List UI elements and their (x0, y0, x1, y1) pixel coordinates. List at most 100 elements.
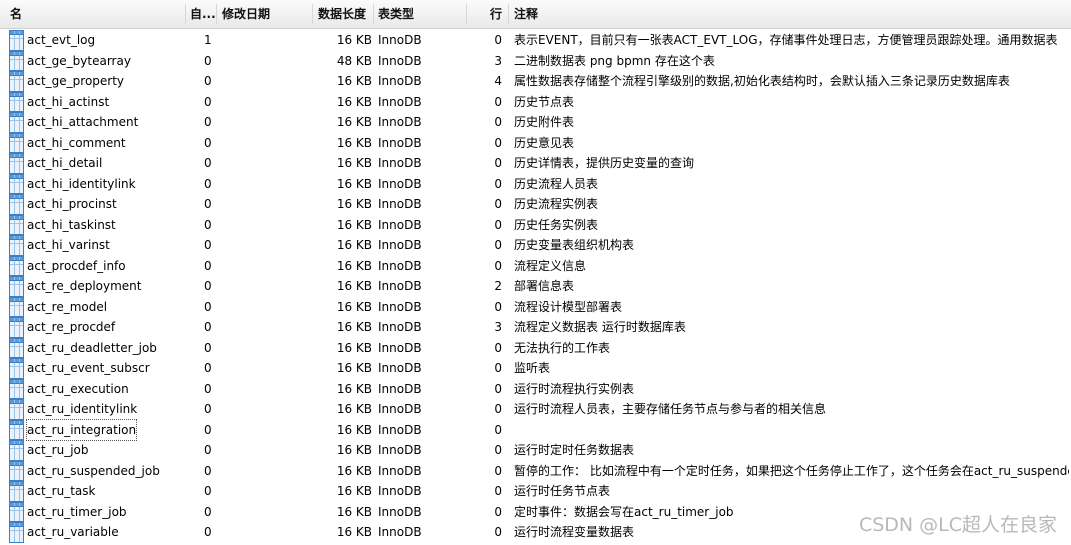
column-divider[interactable] (466, 4, 467, 24)
column-divider[interactable] (185, 4, 186, 24)
data-length-value: 16 KB (336, 94, 372, 109)
table-row[interactable]: act_hi_attachment 0 16 KB InnoDB 0 历史附件表 (0, 112, 1071, 133)
row-count-value: 0 (494, 135, 502, 150)
data-length-value: 16 KB (336, 422, 372, 437)
table-row[interactable]: act_re_deployment 0 16 KB InnoDB 2 部署信息表 (0, 276, 1071, 297)
comment-value: 流程定义信息 (514, 258, 587, 273)
auto-increment-value: 0 (204, 279, 212, 293)
table-type-value: InnoDB (378, 135, 422, 150)
comment-value (514, 420, 1069, 441)
table-icon (9, 296, 24, 317)
column-divider[interactable] (312, 4, 313, 24)
auto-increment-value: 0 (204, 320, 212, 334)
row-count-value: 0 (494, 340, 502, 355)
table-name: act_hi_identitylink (27, 176, 136, 191)
table-icon (9, 440, 24, 461)
row-count-value: 0 (494, 33, 502, 47)
auto-increment-value: 0 (204, 53, 212, 68)
data-length-value: 16 KB (336, 484, 372, 498)
table-type-value: InnoDB (378, 381, 422, 396)
column-header-table-type[interactable]: 表类型 (378, 0, 414, 28)
table-row[interactable]: act_ge_bytearray 0 48 KB InnoDB 3 二进制数据表 png … (0, 50, 1071, 71)
auto-increment-value: 0 (204, 94, 212, 109)
auto-increment-value: 0 (204, 443, 212, 457)
auto-increment-value: 0 (204, 197, 212, 211)
table-row[interactable]: act_hi_actinst 0 16 KB InnoDB 0 历史节点表 (0, 91, 1071, 112)
table-icon (9, 481, 24, 502)
data-length-value: 16 KB (336, 115, 372, 129)
auto-increment-value: 0 (204, 525, 212, 539)
column-header-auto-increment[interactable]: 自... (190, 0, 216, 28)
auto-increment-value: 0 (204, 381, 212, 396)
row-count-value: 0 (494, 402, 502, 416)
table-type-value: InnoDB (378, 94, 422, 109)
row-count-value: 0 (494, 197, 502, 211)
table-type-value: InnoDB (378, 463, 422, 478)
row-count-value: 0 (494, 484, 502, 498)
comment-value: 流程定义数据表 运行时数据库表 (514, 320, 686, 334)
table-row[interactable]: act_hi_varinst 0 16 KB InnoDB 0 历史变量表组织机构表 (0, 235, 1071, 256)
table-name: act_evt_log (27, 33, 96, 47)
table-icon (9, 214, 24, 235)
table-row[interactable]: act_evt_log 1 16 KB InnoDB 0 表示EVENT，目前只有一张表A… (0, 30, 1071, 51)
table-row[interactable]: act_hi_taskinst 0 16 KB InnoDB 0 历史任务实例表 (0, 214, 1071, 235)
auto-increment-value: 0 (204, 156, 212, 170)
table-row[interactable]: act_procdef_info 0 16 KB InnoDB 0 流程定义信息 (0, 255, 1071, 276)
comment-value: 历史任务实例表 (514, 217, 599, 232)
row-count-value: 0 (494, 156, 502, 170)
row-count-value: 0 (494, 443, 502, 457)
table-name: act_ru_suspended_job (27, 463, 160, 478)
table-icon (9, 317, 24, 338)
table-row[interactable]: act_re_model 0 16 KB InnoDB 0 流程设计模型部署表 (0, 296, 1071, 317)
table-row[interactable]: act_ru_execution 0 16 KB InnoDB 0 运行时流程执行实例表 (0, 378, 1071, 399)
comment-value: 历史变量表组织机构表 (514, 238, 635, 252)
table-row[interactable]: act_ru_suspended_job 0 16 KB InnoDB 0 暂停的工作： … (0, 460, 1071, 481)
column-header-rows[interactable]: 行 (490, 0, 502, 28)
table-icon (9, 235, 24, 256)
table-row[interactable]: act_hi_detail 0 16 KB InnoDB 0 历史详情表，提供历史变量的查… (0, 153, 1071, 174)
table-icon (9, 153, 24, 174)
comment-value: 部署信息表 (514, 279, 575, 293)
table-row[interactable]: act_hi_identitylink 0 16 KB InnoDB 0 历史流程人员表 (0, 173, 1071, 194)
comment-value: 历史节点表 (514, 94, 575, 109)
column-header-modified-date[interactable]: 修改日期 (222, 0, 270, 28)
table-row[interactable]: act_ge_property 0 16 KB InnoDB 4 属性数据表存储整个流程引… (0, 71, 1071, 92)
table-type-value: InnoDB (378, 115, 422, 129)
table-type-value: InnoDB (378, 320, 422, 334)
table-row[interactable]: act_ru_deadletter_job 0 16 KB InnoDB 0 无法执行的工… (0, 337, 1071, 358)
table-row[interactable]: act_re_procdef 0 16 KB InnoDB 3 流程定义数据表 运行时数据… (0, 317, 1071, 338)
table-row[interactable]: act_ru_job 0 16 KB InnoDB 0 运行时定时任务数据表 (0, 440, 1071, 461)
row-count-value: 0 (494, 422, 502, 437)
table-icon (9, 501, 24, 522)
column-header-data-length[interactable]: 数据长度 (318, 0, 366, 28)
row-count-value: 0 (494, 525, 502, 539)
auto-increment-value: 0 (204, 299, 212, 314)
column-divider[interactable] (216, 4, 217, 24)
table-row[interactable]: act_hi_procinst 0 16 KB InnoDB 0 历史流程实例表 (0, 194, 1071, 215)
row-count-value: 0 (494, 217, 502, 232)
data-length-value: 16 KB (336, 320, 372, 334)
table-row[interactable]: act_ru_event_subscr 0 16 KB InnoDB 0 监听表 (0, 358, 1071, 379)
table-row[interactable]: act_hi_comment 0 16 KB InnoDB 0 历史意见表 (0, 132, 1071, 153)
auto-increment-value: 0 (204, 217, 212, 232)
data-length-value: 16 KB (336, 443, 372, 457)
table-name: act_ru_event_subscr (27, 361, 150, 375)
table-row[interactable]: act_ru_task 0 16 KB InnoDB 0 运行时任务节点表 (0, 481, 1071, 502)
data-length-value: 16 KB (336, 299, 372, 314)
comment-value: 流程设计模型部署表 (514, 299, 623, 314)
column-divider[interactable] (508, 4, 509, 24)
data-length-value: 16 KB (336, 463, 372, 478)
table-row[interactable]: act_ru_integration 0 16 KB InnoDB 0 (0, 418, 1071, 441)
column-divider[interactable] (373, 4, 374, 24)
table-icon (9, 378, 24, 399)
data-length-value: 16 KB (336, 361, 372, 375)
auto-increment-value: 1 (204, 33, 212, 47)
table-row[interactable]: act_ru_identitylink 0 16 KB InnoDB 0 运行时流程人员表… (0, 399, 1071, 420)
auto-increment-value: 0 (204, 176, 212, 191)
data-length-value: 16 KB (336, 381, 372, 396)
column-header-comment[interactable]: 注释 (514, 0, 538, 28)
data-length-value: 16 KB (336, 156, 372, 170)
column-header-name[interactable]: 名 (10, 0, 22, 28)
table-name: act_hi_comment (27, 135, 126, 150)
auto-increment-value: 0 (204, 340, 212, 355)
